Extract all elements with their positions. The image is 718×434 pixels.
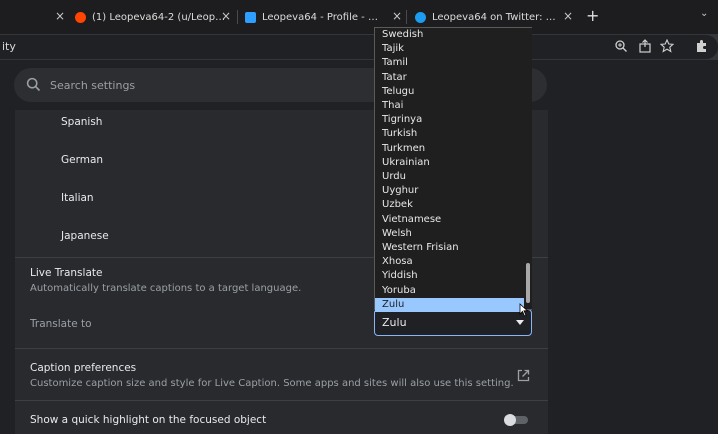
scrollbar-thumb[interactable] [526, 263, 530, 303]
dropdown-option[interactable]: Vietnamese [375, 213, 524, 227]
dropdown-option[interactable]: Ukrainian [375, 156, 524, 170]
dropdown-option[interactable]: Turkmen [375, 142, 524, 156]
language-item[interactable]: Italian [61, 192, 94, 204]
new-tab-button[interactable]: + [586, 7, 599, 25]
language-item[interactable]: German [61, 154, 103, 166]
tab-title: (1) Leopeva64-2 (u/Leopeva64-2) [92, 11, 230, 23]
close-icon[interactable]: × [392, 9, 402, 23]
tab-reddit[interactable]: (1) Leopeva64-2 (u/Leopeva64-2) [75, 4, 230, 30]
zoom-icon[interactable] [614, 39, 628, 53]
tab-title: Leopeva64 - Profile - Disqus [262, 11, 385, 23]
address-text: ity [2, 40, 16, 53]
dropdown-option[interactable]: Turkish [375, 127, 524, 141]
live-translate-title: Live Translate [30, 267, 103, 279]
tab-disqus[interactable]: Leopeva64 - Profile - Disqus [245, 4, 385, 30]
dropdown-option-selected[interactable]: Zulu [375, 297, 524, 312]
language-item[interactable]: Japanese [61, 230, 109, 242]
translate-to-select[interactable]: Zulu [374, 309, 532, 336]
mouse-cursor-icon [519, 303, 529, 317]
dropdown-option[interactable]: Tigrinya [375, 113, 524, 127]
external-link-icon[interactable] [517, 369, 530, 382]
reddit-icon [75, 11, 86, 23]
translate-to-label: Translate to [30, 318, 92, 330]
caption-preferences-title: Caption preferences [30, 362, 137, 374]
toolbar: ity [0, 34, 718, 60]
dropdown-option[interactable]: Yoruba [375, 284, 524, 298]
browser-window: (1) Leopeva64-2 (u/Leopeva64-2) × Leopev… [0, 0, 718, 434]
dropdown-option[interactable]: Welsh [375, 227, 524, 241]
dropdown-option[interactable]: Tamil [375, 56, 524, 70]
close-icon[interactable]: × [221, 9, 231, 23]
divider [15, 400, 548, 401]
divider [15, 348, 548, 349]
dropdown-option[interactable]: Swedish [375, 28, 524, 42]
quick-highlight-toggle[interactable] [504, 414, 530, 426]
bookmark-star-icon[interactable] [660, 39, 674, 53]
dropdown-option[interactable]: Urdu [375, 170, 524, 184]
tab-search-chevron-icon[interactable]: ⌄ [700, 8, 708, 19]
live-translate-subtitle: Automatically translate captions to a ta… [30, 283, 302, 294]
dropdown-option[interactable]: Western Frisian [375, 241, 524, 255]
caption-preferences-subtitle: Customize caption size and style for Liv… [30, 378, 514, 389]
address-bar[interactable]: ity [0, 35, 718, 59]
dropdown-option[interactable]: Tajik [375, 42, 524, 56]
dropdown-option[interactable]: Yiddish [375, 269, 524, 283]
dropdown-option[interactable]: Telugu [375, 85, 524, 99]
language-item[interactable]: Spanish [61, 116, 102, 128]
dropdown-option[interactable]: Xhosa [375, 255, 524, 269]
toggle-knob [504, 414, 516, 426]
quick-highlight-title: Show a quick highlight on the focused ob… [30, 414, 267, 426]
select-value: Zulu [382, 316, 407, 329]
share-icon[interactable] [638, 39, 652, 53]
dropdown-option[interactable]: Uzbek [375, 198, 524, 212]
dropdown-option[interactable]: Uyghur [375, 184, 524, 198]
dropdown-scrollbar[interactable] [525, 28, 532, 309]
extensions-icon[interactable] [694, 39, 708, 53]
language-dropdown-list[interactable]: Swedish Tajik Tamil Tatar Telugu Thai Ti… [374, 27, 532, 312]
close-icon[interactable]: × [55, 9, 65, 23]
tab-strip: (1) Leopeva64-2 (u/Leopeva64-2) × Leopev… [0, 0, 718, 34]
search-icon [26, 77, 41, 92]
dropdown-option[interactable]: Thai [375, 99, 524, 113]
tab-separator [237, 10, 238, 24]
close-icon[interactable]: × [563, 9, 573, 23]
chevron-down-icon [516, 320, 524, 325]
disqus-icon [245, 11, 256, 23]
dropdown-option[interactable]: Tatar [375, 71, 524, 85]
tab-title: Leopeva64 on Twitter: "New scre [432, 11, 558, 23]
twitter-icon [415, 11, 426, 23]
tab-separator [406, 10, 407, 24]
